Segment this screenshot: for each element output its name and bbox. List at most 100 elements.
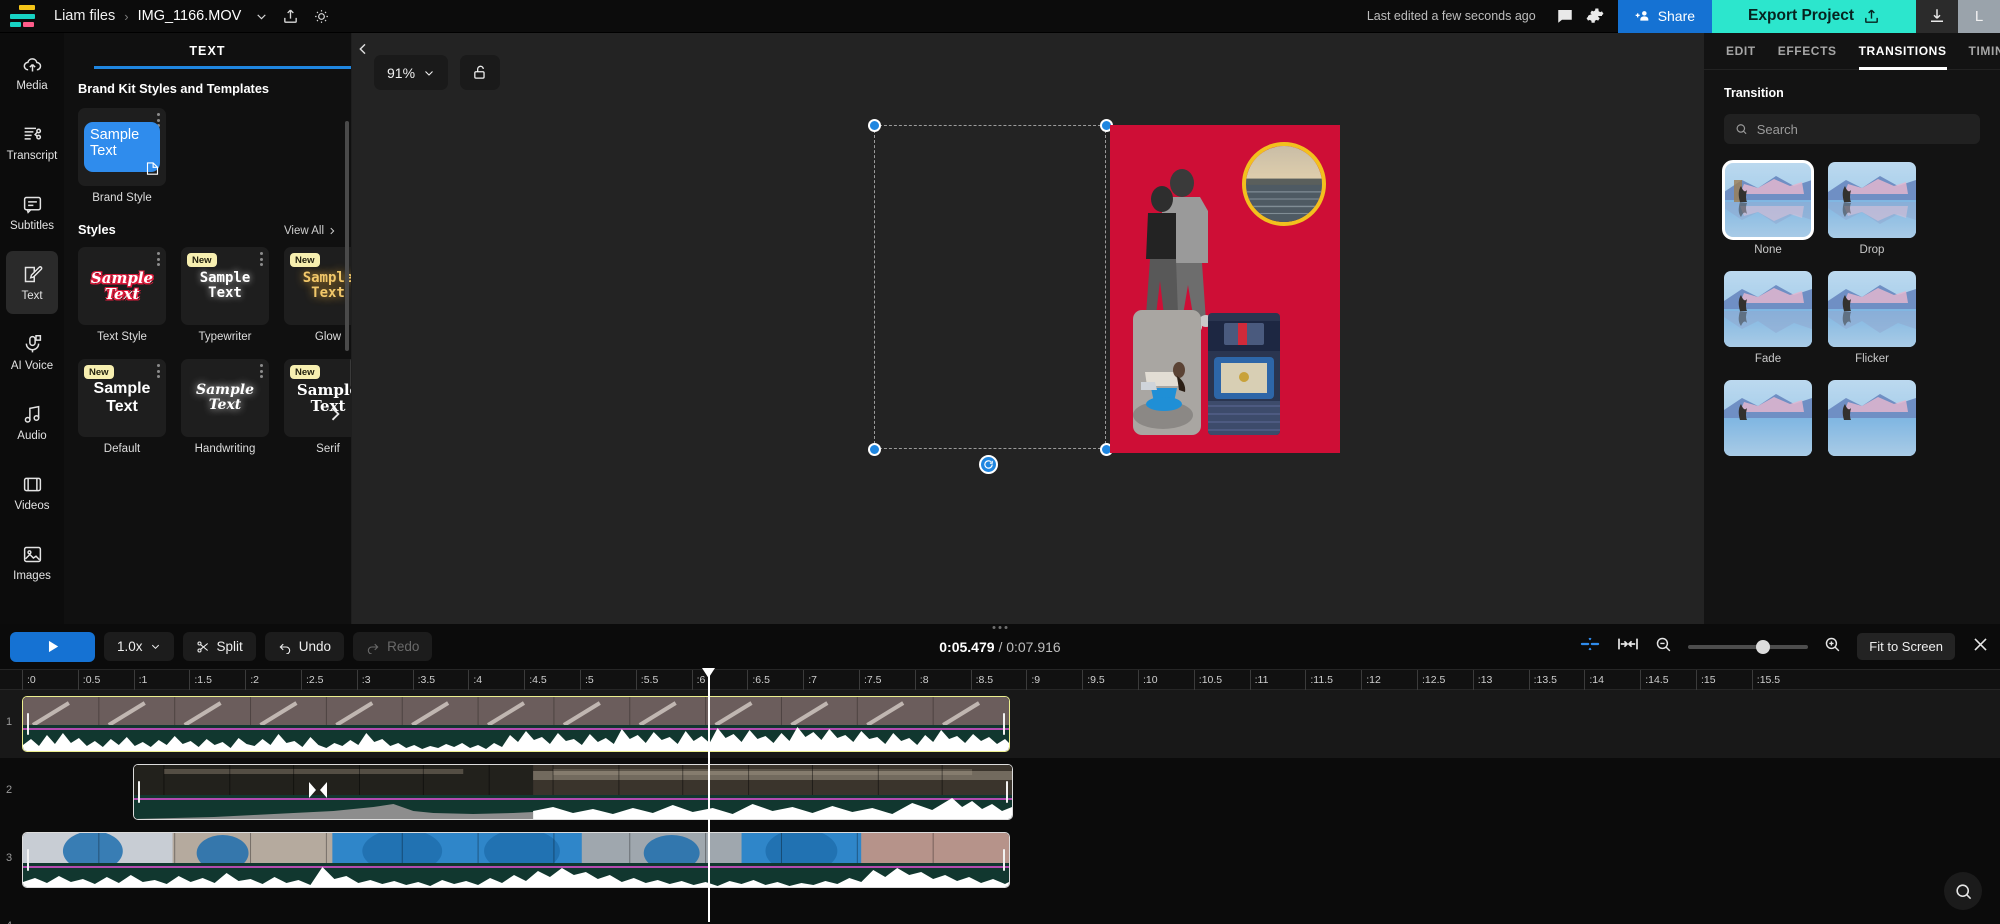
- timeline-ruler[interactable]: :0:0.5:1:1.5:2:2.5:3:3.5:4:4.5:5:5.5:6:6…: [0, 669, 2000, 691]
- timeline: 1.0x Split Undo Redo 0:05.479 / 0:07.916: [0, 624, 2000, 924]
- tile-photo-right: [1208, 313, 1280, 435]
- zoom-level-dropdown[interactable]: 91%: [374, 55, 449, 90]
- magnet-snap-icon[interactable]: [1579, 635, 1601, 658]
- sidebar-item-text[interactable]: Text: [6, 251, 58, 314]
- sidebar-item-media[interactable]: Media: [6, 41, 58, 104]
- ruler-tick: :5.5: [635, 670, 692, 691]
- tab-transitions[interactable]: TRANSITIONS: [1858, 33, 1947, 70]
- close-timeline-icon[interactable]: [1971, 635, 1990, 659]
- circle-photo-overlay: [1242, 142, 1326, 226]
- chevron-down-icon[interactable]: [255, 10, 268, 23]
- clip-trim-handle-right[interactable]: [1003, 713, 1005, 735]
- video-preview-frame[interactable]: [1110, 125, 1340, 453]
- zoom-slider-thumb[interactable]: [1756, 639, 1771, 654]
- tile-photo-left: [1133, 310, 1201, 435]
- search-icon: [1955, 883, 1971, 899]
- current-time: 0:05.479: [939, 638, 995, 655]
- timeline-resize-grip[interactable]: [992, 626, 1008, 629]
- ruler-tick: :8: [914, 670, 971, 691]
- share-upload-icon[interactable]: [282, 8, 299, 25]
- sidebar-item-subtitles[interactable]: Subtitles: [6, 181, 58, 244]
- resize-handle-top-left[interactable]: [868, 119, 881, 132]
- panel-resize-grip[interactable]: [350, 359, 351, 387]
- comments-icon[interactable]: [1550, 0, 1580, 33]
- lightbulb-idea-icon[interactable]: [313, 8, 330, 25]
- zoom-in-icon[interactable]: [1824, 636, 1841, 658]
- zoom-slider[interactable]: [1688, 639, 1809, 654]
- text-selection-box[interactable]: [874, 125, 1106, 449]
- clip-trim-handle-left[interactable]: [27, 713, 29, 735]
- canvas-lock-toggle[interactable]: [460, 55, 501, 90]
- style-card-serif[interactable]: New Sample Text: [284, 359, 351, 437]
- timeline-search-button[interactable]: [1944, 872, 1982, 910]
- style-card-glow[interactable]: New Sample Text: [284, 247, 351, 325]
- split-label: Split: [216, 639, 243, 654]
- transition-option-5[interactable]: [1724, 380, 1812, 462]
- timeline-clip-2[interactable]: [133, 764, 1013, 820]
- style-card-typewriter[interactable]: New Sample Text: [181, 247, 269, 325]
- music-note-icon: [24, 405, 39, 423]
- tab-timing[interactable]: TIMING: [1969, 33, 2000, 70]
- split-button[interactable]: Split: [182, 632, 256, 661]
- share-button[interactable]: Share: [1617, 0, 1713, 33]
- breadcrumb-root[interactable]: Liam files: [54, 8, 115, 24]
- settings-gear-icon[interactable]: [1580, 0, 1610, 33]
- sidebar-item-ai-voice[interactable]: AI Voice: [6, 321, 58, 384]
- play-button[interactable]: [10, 631, 95, 662]
- resize-handle-bottom-left[interactable]: [868, 443, 881, 456]
- timeline-toolbar: 1.0x Split Undo Redo 0:05.479 / 0:07.916: [0, 624, 2000, 669]
- playback-speed-value: 1.0x: [117, 639, 143, 654]
- sidebar-item-transcript[interactable]: Transcript: [6, 111, 58, 174]
- style-card-text-style[interactable]: Sample Text: [78, 247, 166, 325]
- transitions-grid: None Drop Fade Flicker: [1722, 160, 1980, 462]
- tab-effects[interactable]: EFFECTS: [1778, 33, 1837, 70]
- avatar[interactable]: L: [1958, 0, 2000, 33]
- undo-button[interactable]: Undo: [264, 632, 345, 661]
- ruler-tick: :7: [803, 670, 859, 691]
- transition-thumbnail: [1724, 271, 1812, 347]
- collapse-panel-button[interactable]: [355, 41, 371, 62]
- breadcrumb-file-name[interactable]: IMG_1166.MOV: [138, 8, 242, 24]
- transition-marker-icon[interactable]: [309, 781, 327, 799]
- style-card-cell: New Sample Text Glow: [284, 247, 351, 343]
- search-input[interactable]: [1756, 121, 1969, 137]
- timeline-right-controls: Fit to Screen: [1579, 633, 1990, 660]
- fit-selection-icon[interactable]: [1617, 635, 1639, 658]
- playback-speed-dropdown[interactable]: 1.0x: [104, 632, 174, 661]
- zoom-out-icon[interactable]: [1655, 636, 1672, 658]
- timeline-clip-3[interactable]: [22, 832, 1010, 888]
- transition-search[interactable]: [1724, 114, 1980, 144]
- ruler-tick: :9.5: [1082, 670, 1138, 691]
- clip-trim-handle-right[interactable]: [1003, 849, 1005, 871]
- brand-style-card[interactable]: Sample Text: [78, 108, 166, 186]
- styles-next-arrow[interactable]: [325, 404, 345, 424]
- view-all-link[interactable]: View All: [284, 225, 337, 237]
- brand-style-card-cell: Sample Text Brand Style: [78, 108, 166, 204]
- clip-trim-handle-left[interactable]: [27, 849, 29, 871]
- clip-trim-handle-right[interactable]: [1006, 781, 1008, 803]
- export-project-button[interactable]: Export Project: [1712, 0, 1916, 33]
- transition-option-6[interactable]: [1828, 380, 1916, 462]
- panel-scrollbar[interactable]: [345, 121, 349, 351]
- track-number: 4: [6, 920, 12, 924]
- style-card-default[interactable]: New Sample Text: [78, 359, 166, 437]
- timeline-clip-1[interactable]: [22, 696, 1010, 752]
- sidebar-item-videos[interactable]: Videos: [6, 461, 58, 524]
- redo-label: Redo: [387, 639, 420, 654]
- tab-edit[interactable]: EDIT: [1726, 33, 1756, 70]
- fit-to-screen-button[interactable]: Fit to Screen: [1857, 633, 1955, 660]
- transition-option-drop[interactable]: Drop: [1828, 162, 1916, 256]
- style-card-handwriting[interactable]: Sample Text: [181, 359, 269, 437]
- right-panel: EDIT EFFECTS TRANSITIONS TIMING Transiti…: [1704, 33, 2000, 624]
- sidebar-item-audio[interactable]: Audio: [6, 391, 58, 454]
- ruler-tick: :3: [356, 670, 413, 691]
- rotate-handle[interactable]: [979, 455, 998, 474]
- sidebar-item-images[interactable]: Images: [6, 531, 58, 594]
- transition-label: Fade: [1754, 353, 1782, 365]
- redo-button[interactable]: Redo: [353, 632, 433, 661]
- transition-option-fade[interactable]: Fade: [1724, 271, 1812, 365]
- download-button[interactable]: [1916, 0, 1958, 33]
- transition-option-none[interactable]: None: [1722, 160, 1814, 256]
- clip-trim-handle-left[interactable]: [138, 781, 140, 803]
- transition-option-flicker[interactable]: Flicker: [1828, 271, 1916, 365]
